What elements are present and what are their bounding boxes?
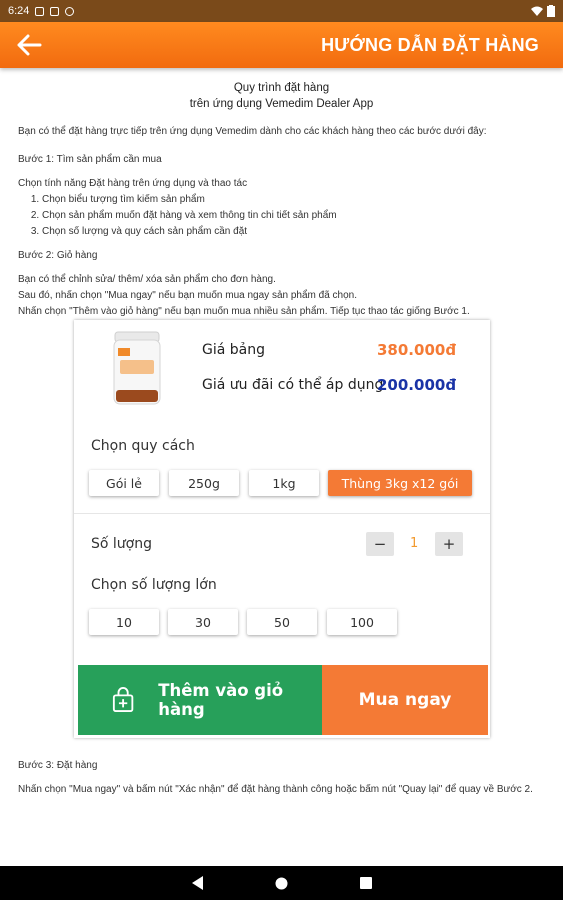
bulk-option-100[interactable]: 100: [327, 609, 397, 635]
guide-intro: Bạn có thể đặt hàng trực tiếp trên ứng d…: [18, 126, 487, 137]
product-image: [113, 331, 161, 405]
wifi-icon: [531, 6, 543, 16]
nav-home-button[interactable]: [275, 876, 289, 890]
step3-heading: Bước 3: Đặt hàng: [18, 760, 98, 771]
system-nav-bar: [0, 866, 563, 900]
nav-recents-icon: [359, 877, 372, 889]
list-item: Chọn sản phẩm muốn đặt hàng và xem thông…: [42, 208, 545, 224]
step2-line: Sau đó, nhấn chọn "Mua ngay" nếu bạn muố…: [18, 290, 358, 301]
sync-icon: [65, 6, 75, 16]
buy-now-button[interactable]: Mua ngay: [322, 665, 488, 735]
add-to-cart-button[interactable]: Thêm vào giỏ hàng: [78, 665, 322, 735]
step2-line: Nhấn chọn "Thêm vào giỏ hàng" nếu bạn mu…: [18, 306, 470, 317]
quantity-label: Số lượng: [91, 536, 152, 552]
quantity-value: 1: [410, 536, 419, 551]
guide-title-line1: Quy trình đặt hàng: [233, 82, 330, 94]
guide-title-line2: trên ứng dụng Vemedim Dealer App: [189, 98, 374, 110]
bulk-option-10[interactable]: 10: [89, 609, 159, 635]
step1-text: Chọn tính năng Đặt hàng trên ứng dụng và…: [18, 178, 248, 189]
step1-list: Chọn biểu tượng tìm kiếm sản phẩm Chọn s…: [18, 192, 545, 240]
guide-content: Quy trình đặt hàng trên ứng dụng Vemedim…: [0, 68, 563, 320]
nav-back-icon: [191, 876, 203, 890]
spec-option-thung[interactable]: Thùng 3kg x12 gói: [328, 470, 472, 496]
product-order-card: Giá bảng 380.000đ Giá ưu đãi có thể áp d…: [74, 320, 490, 738]
back-button[interactable]: [14, 30, 44, 60]
sd-card-icon: [50, 6, 60, 16]
nav-home-icon: [275, 877, 288, 889]
add-to-cart-label: Thêm vào giỏ hàng: [158, 681, 284, 719]
divider: [74, 513, 490, 514]
battery-icon: [547, 5, 555, 17]
step1-heading: Bước 1: Tìm sản phẩm cần mua: [18, 154, 162, 165]
spec-option-250g[interactable]: 250g: [169, 470, 239, 496]
app-bar: HƯỚNG DẪN ĐẶT HÀNG: [0, 22, 563, 68]
spec-label: Chọn quy cách: [91, 438, 195, 454]
status-bar: 6:24: [0, 0, 563, 22]
spec-option-1kg[interactable]: 1kg: [249, 470, 319, 496]
notification-icon: [35, 6, 45, 16]
step2-line: Bạn có thể chỉnh sửa/ thêm/ xóa sản phẩm…: [18, 274, 276, 285]
nav-recents-button[interactable]: [359, 876, 373, 890]
bulk-option-30[interactable]: 30: [168, 609, 238, 635]
quantity-minus-button[interactable]: −: [366, 532, 394, 556]
list-price-value: 380.000đ: [377, 341, 457, 359]
back-arrow-icon: [17, 34, 42, 56]
step3-section: Bước 3: Đặt hàng Nhấn chọn "Mua ngay" và…: [0, 748, 563, 798]
list-price-label: Giá bảng: [202, 342, 265, 358]
status-time: 6:24: [8, 5, 30, 17]
list-item: Chọn biểu tượng tìm kiếm sản phẩm: [42, 192, 545, 208]
deal-price-value: 200.000đ: [377, 376, 457, 394]
step3-text: Nhấn chọn "Mua ngay" và bấm nút "Xác nhậ…: [18, 784, 533, 795]
deal-price-label: Giá ưu đãi có thể áp dụng: [202, 377, 384, 393]
quantity-plus-button[interactable]: +: [435, 532, 463, 556]
step2-heading: Bước 2: Giỏ hàng: [18, 250, 98, 261]
bulk-quantity-label: Chọn số lượng lớn: [91, 577, 217, 593]
bulk-option-50[interactable]: 50: [247, 609, 317, 635]
page-title: HƯỚNG DẪN ĐẶT HÀNG: [321, 34, 539, 55]
nav-back-button[interactable]: [191, 876, 205, 890]
cart-plus-icon: [112, 687, 134, 713]
spec-option-goi-le[interactable]: Gói lẻ: [89, 470, 159, 496]
list-item: Chọn số lượng và quy cách sản phẩm cần đ…: [42, 224, 545, 240]
